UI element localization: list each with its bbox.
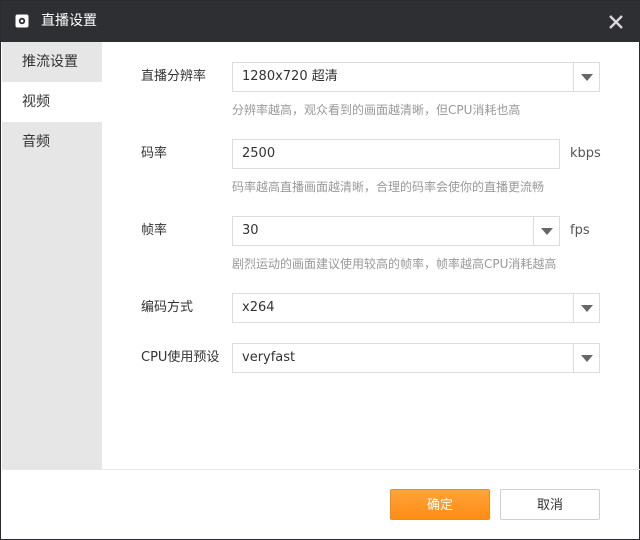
framerate-hint: 剧烈运动的画面建议使用较高的帧率，帧率越高CPU消耗越高 [232,257,557,271]
resolution-dropdown-button[interactable] [573,63,599,91]
bitrate-unit: kbps [570,146,601,161]
preset-dropdown-button[interactable] [573,344,599,372]
live-settings-dialog: 直播设置 推流设置 视频 音频 直播分辨率 1280x720 超清 分辨率越高，… [0,0,640,540]
preset-label: CPU使用预设 [141,350,220,365]
chevron-down-icon [581,305,593,312]
resolution-select[interactable]: 1280x720 超清 [232,62,600,92]
preset-value: veryfast [242,350,296,365]
sidebar: 推流设置 视频 音频 [2,42,102,469]
framerate-label: 帧率 [141,223,168,238]
resolution-hint: 分辨率越高，观众看到的画面越清晰，但CPU消耗也高 [232,103,521,117]
chevron-down-icon [581,355,593,362]
preset-select[interactable]: veryfast [232,343,600,373]
settings-icon [15,13,29,28]
encoder-select[interactable]: x264 [232,293,600,323]
resolution-value: 1280x720 超清 [242,69,338,84]
resolution-label: 直播分辨率 [141,69,207,84]
framerate-unit: fps [570,223,590,238]
framerate-dropdown-button[interactable] [533,217,559,245]
footer-divider [2,469,640,470]
encoder-dropdown-button[interactable] [573,294,599,322]
confirm-button[interactable]: 确定 [390,489,490,520]
cancel-button[interactable]: 取消 [500,489,600,520]
chevron-down-icon [581,74,593,81]
title-bar[interactable]: 直播设置 [1,1,640,42]
encoder-label: 编码方式 [141,300,194,315]
framerate-value: 30 [242,223,259,238]
sidebar-item-audio[interactable]: 音频 [2,122,102,162]
bitrate-input[interactable]: 2500 [232,139,560,169]
dialog-title: 直播设置 [41,13,97,29]
framerate-select[interactable]: 30 [232,216,560,246]
encoder-value: x264 [242,300,275,315]
bitrate-value: 2500 [242,146,276,161]
bitrate-hint: 码率越高直播画面越清晰，合理的码率会使你的直播更流畅 [232,180,545,194]
chevron-down-icon [541,228,553,235]
sidebar-item-stream[interactable]: 推流设置 [2,42,102,82]
sidebar-item-video[interactable]: 视频 [2,82,102,122]
bitrate-label: 码率 [141,146,168,161]
close-icon[interactable] [605,11,627,33]
